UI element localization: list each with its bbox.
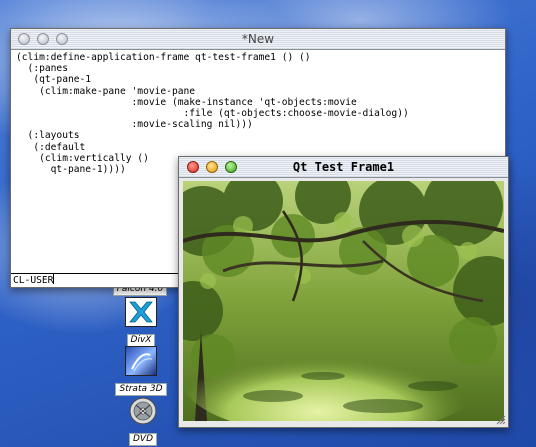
text-cursor	[53, 274, 55, 284]
resize-grip-icon[interactable]	[495, 414, 506, 425]
forest-movie-frame	[183, 181, 504, 421]
movie-pane[interactable]	[183, 181, 504, 421]
dvd-icon	[127, 396, 159, 426]
desktop-icon-label: DVD	[128, 433, 158, 446]
desktop-icon-divx[interactable]: DivX	[113, 297, 169, 347]
divx-icon	[125, 297, 157, 327]
qt-frame-titlebar[interactable]: Qt Test Frame1	[179, 157, 508, 178]
qt-test-frame-window: Qt Test Frame1	[178, 156, 509, 428]
editor-title: *New	[241, 32, 275, 46]
editor-titlebar[interactable]: *New	[11, 29, 505, 50]
minibuffer-label: CL-USER	[13, 275, 54, 286]
desktop-icon-strata-3d[interactable]: Strata 3D	[113, 346, 169, 396]
qt-frame-title: Qt Test Frame1	[292, 160, 395, 174]
desktop-icon-dvd[interactable]: DVD	[115, 396, 171, 446]
strata-3d-icon	[125, 346, 157, 376]
desktop-icon-label: Strata 3D	[115, 383, 167, 396]
